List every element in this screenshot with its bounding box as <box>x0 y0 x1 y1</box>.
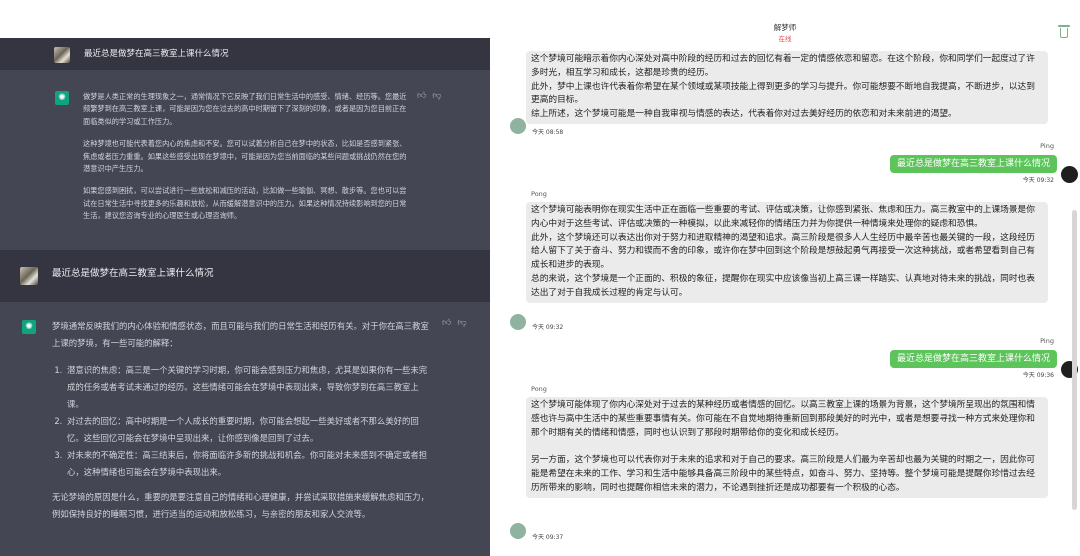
user-message-1: 最近总是做梦在高三教室上课什么情况 <box>0 38 490 70</box>
bot-avatar[interactable] <box>510 523 526 539</box>
user-avatar[interactable] <box>1061 166 1078 183</box>
message-time: 今天 09:32 <box>1022 177 1054 184</box>
message-text: 最近总是做梦在高三教室上课什么情况 <box>896 159 1050 169</box>
trash-icon[interactable] <box>1058 24 1070 38</box>
bot-avatar[interactable] <box>510 314 526 330</box>
thumbs-up-icon[interactable]: 👍︎ <box>442 318 451 328</box>
message-text: 最近总是做梦在高三教室上课什么情况 <box>896 354 1050 364</box>
message-time: 今天 08:58 <box>532 129 564 136</box>
incoming-message-bubble: 这个梦境可能体现了你内心深处对于过去的某种经历或者情感的回忆。以高三教室上课的场… <box>526 397 1048 498</box>
message-time: 今天 09:36 <box>1022 372 1054 379</box>
assistant-reply-body: 梦境通常反映我们的内心体验和情感状态，而且可能与我们的日常生活和经历有关。对于你… <box>52 318 432 533</box>
sender-name: Pong <box>531 190 547 198</box>
chatgpt-logo-icon: ✺ <box>22 320 36 334</box>
message-text: 这个梦境可能表明你在现实生活中正在面临一些重要的考试、评估或决策，让你感到紧张、… <box>531 205 1035 298</box>
top-strip <box>0 0 490 38</box>
message-text: 这个梦境可能体现了你内心深处对于过去的某种经历或者情感的回忆。以高三教室上课的场… <box>531 400 1035 493</box>
user-avatar <box>54 47 70 63</box>
user-prompt-text: 最近总是做梦在高三教室上课什么情况 <box>84 49 229 59</box>
sender-name: Pong <box>531 385 547 393</box>
list-item: 对过去的回忆：高中时期是一个人成长的重要时期，你可能会想起一些美好或者不那么美好… <box>65 413 432 447</box>
user-message-2: 最近总是做梦在高三教室上课什么情况 <box>0 250 490 302</box>
list-item: 潜意识的焦虑：高三是一个关键的学习时期，你可能会感到压力和焦虑，尤其是如果你有一… <box>65 362 432 413</box>
dream-chat-panel: 解梦师 在线 这个梦境可能暗示着你内心深处对高中阶段的经历和过去的回忆有着一定的… <box>490 0 1080 556</box>
reply-paragraph: 如果您感到困扰，可以尝试进行一些放松和减压的活动，比如做一些瑜伽、冥想、散步等。… <box>83 186 407 221</box>
bot-avatar[interactable] <box>510 118 526 134</box>
thumbs-down-icon[interactable]: 👎︎ <box>432 91 441 101</box>
chatgpt-panel: 最近总是做梦在高三教室上课什么情况 ✺ 做梦是人类正常的生理现象之一，通常情况下… <box>0 0 490 556</box>
chat-title: 解梦师 <box>773 23 797 32</box>
chat-scrollbar[interactable] <box>1072 210 1077 510</box>
outgoing-message-bubble: 最近总是做梦在高三教室上课什么情况 <box>889 155 1057 173</box>
sender-name: Ping <box>1040 337 1054 345</box>
reply-paragraph: 做梦是人类正常的生理现象之一，通常情况下它反映了我们日常生活中的感受、情绪、经历… <box>83 92 407 126</box>
thumbs-up-icon[interactable]: 👍︎ <box>417 91 426 101</box>
user-prompt-text: 最近总是做梦在高三教室上课什么情况 <box>52 268 214 279</box>
message-text: 这个梦境可能暗示着你内心深处对高中阶段的经历和过去的回忆有着一定的情感依恋和留恋… <box>531 54 1035 120</box>
list-item: 对未来的不确定性：高三结束后，你将面临许多新的挑战和机会。你可能对未来感到不确定… <box>65 447 432 481</box>
user-avatar <box>20 267 38 285</box>
assistant-reply-body: 做梦是人类正常的生理现象之一，通常情况下它反映了我们日常生活中的感受、情绪、经历… <box>83 91 409 233</box>
chatgpt-logo-icon: ✺ <box>55 91 69 105</box>
online-status: 在线 <box>778 35 792 43</box>
outgoing-message-bubble: 最近总是做梦在高三教室上课什么情况 <box>889 350 1057 368</box>
sender-name: Ping <box>1040 142 1054 150</box>
thumbs-down-icon[interactable]: 👎︎ <box>457 318 466 328</box>
assistant-message-2: ✺ 梦境通常反映我们的内心体验和情感状态，而且可能与我们的日常生活和经历有关。对… <box>0 302 490 556</box>
reply-outro: 无论梦境的原因是什么，重要的是要注意自己的情绪和心理健康，并尝试采取措施来缓解焦… <box>52 492 429 519</box>
message-time: 今天 09:32 <box>532 324 564 331</box>
message-time: 今天 09:37 <box>532 534 564 541</box>
incoming-message-bubble: 这个梦境可能表明你在现实生活中正在面临一些重要的考试、评估或决策，让你感到紧张、… <box>526 202 1048 303</box>
incoming-message-bubble: 这个梦境可能暗示着你内心深处对高中阶段的经历和过去的回忆有着一定的情感依恋和留恋… <box>526 51 1048 124</box>
assistant-message-1: ✺ 做梦是人类正常的生理现象之一，通常情况下它反映了我们日常生活中的感受、情绪、… <box>0 70 490 250</box>
reply-intro: 梦境通常反映我们的内心体验和情感状态，而且可能与我们的日常生活和经历有关。对于你… <box>52 321 429 348</box>
reply-paragraph: 这种梦境也可能代表着您内心的焦虑和不安。您可以试着分析自己在梦中的状态，比如是否… <box>83 139 407 174</box>
reply-list: 潜意识的焦虑：高三是一个关键的学习时期，你可能会感到压力和焦虑，尤其是如果你有一… <box>65 362 432 481</box>
